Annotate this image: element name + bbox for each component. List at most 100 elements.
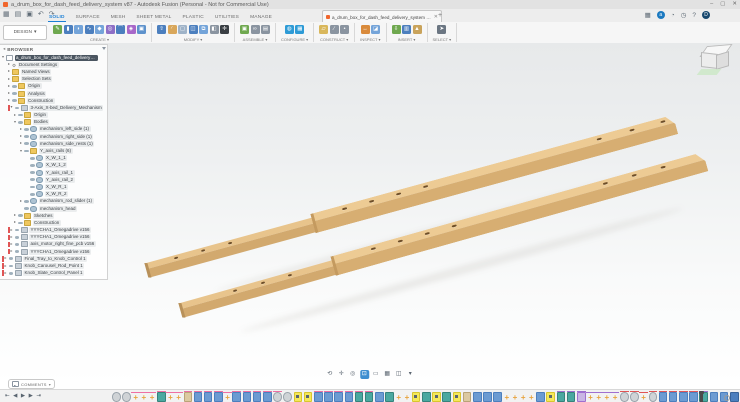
grid-settings-icon[interactable]: ▦ [383,370,392,379]
timeline-feature-revision[interactable] [112,392,121,402]
viewcube-side-face[interactable] [716,51,729,70]
configuration-table-icon[interactable]: ▦ [295,25,304,34]
timeline-feature-construct[interactable]: + [520,394,527,402]
expand-caret-icon[interactable]: ▾ [11,104,15,111]
timeline-feature-highlighted-feature[interactable] [294,392,303,402]
play-button[interactable]: ▶ [21,393,25,400]
timeline-feature-revision[interactable] [122,392,131,402]
timeline-feature-construct[interactable]: + [175,394,182,402]
timeline-feature-sketch[interactable] [194,392,203,402]
tree-item[interactable]: mechanism_head [0,205,107,212]
section-analysis-icon[interactable]: ◪ [371,25,380,34]
tree-item[interactable]: ▸YYYCHA1_Omegadrive v156 [0,234,107,241]
timeline-feature-highlighted-feature[interactable] [546,392,555,402]
timeline-feature-sketch-edit[interactable] [557,392,566,402]
combine-icon[interactable]: ◫ [189,25,198,34]
tree-item[interactable]: ▾Y_axis_rails (6) [0,147,107,154]
timeline-feature-group[interactable] [577,392,586,402]
timeline-feature-revision[interactable] [630,392,639,402]
view-cube[interactable] [698,43,734,83]
visibility-eye-icon[interactable] [15,236,20,239]
avatar-badge[interactable]: a [657,11,665,19]
split-body-icon[interactable]: ◧ [210,25,219,34]
new-component-icon[interactable]: ▣ [240,25,249,34]
timeline-feature-sketch[interactable] [345,392,354,402]
offset-face-icon[interactable]: ⧉ [199,25,208,34]
tree-item[interactable]: ▸Construction [0,219,107,226]
timeline-feature-sketch-blue[interactable] [730,392,739,402]
viewports-icon[interactable]: ◫ [394,370,403,379]
timeline-feature-highlighted-feature[interactable] [453,392,462,402]
maximize-button[interactable]: ▢ [720,1,725,7]
minimize-button[interactable]: – [710,1,713,7]
timeline-feature-sketch-edit[interactable] [157,392,166,402]
orbit-icon[interactable]: ⟲ [325,370,334,379]
tree-item[interactable]: ▸mechanism_left_side (1) [0,126,107,133]
workspace-selector[interactable]: DESIGN ▾ [3,25,47,40]
timeline-feature-sketch[interactable] [679,392,688,402]
timeline-feature-sketch-edit[interactable] [355,392,364,402]
pipe-icon[interactable]: ⌒ [116,25,125,34]
tree-item[interactable]: ▾3-Axis_X-bed_Delivery_Mechanism [0,104,107,111]
timeline-feature-highlighted-feature[interactable] [432,392,441,402]
expand-caret-icon[interactable]: ▸ [11,248,15,255]
filter-icon[interactable] [102,47,106,52]
ribbon-group-label[interactable]: ASSEMBLE ▾ [243,37,268,42]
ribbon-group-label[interactable]: CONSTRUCT ▾ [320,37,348,42]
visibility-eye-icon[interactable] [30,164,35,167]
expand-caret-icon[interactable]: ▸ [5,263,9,270]
comments-bar[interactable]: COMMENTS ▾ [8,379,55,389]
timeline-feature-highlighted-feature[interactable] [412,392,421,402]
visibility-eye-icon[interactable] [15,250,20,253]
tree-item[interactable]: ▸Final_Tray_to_Knob_Control 1 [0,255,107,262]
tree-item[interactable]: ▸Origin [0,112,107,119]
tree-item[interactable]: ▸YYYCHA1_Omegadrive v156 [0,227,107,234]
timeline-feature-construct[interactable]: + [132,394,139,402]
save-icon[interactable]: ▣ [26,10,33,20]
pan-icon[interactable]: ✛ [337,370,346,379]
timeline-feature-sketch[interactable] [243,392,252,402]
fillet-icon[interactable]: ◜ [168,25,177,34]
fit-view-icon[interactable]: ⊡ [360,370,369,379]
timeline-feature-component[interactable] [184,392,193,402]
visibility-eye-icon[interactable] [12,99,17,102]
visibility-eye-icon[interactable] [9,265,14,268]
display-settings-icon[interactable]: ▭ [371,370,380,379]
visibility-eye-icon[interactable] [15,229,20,232]
visibility-eye-icon[interactable] [24,135,29,138]
tree-item[interactable]: ▸Origin [0,83,107,90]
timeline-feature-construct[interactable]: + [640,394,647,402]
timeline-feature-revision[interactable] [273,392,282,402]
tree-item[interactable]: X_W_R_2 [0,191,107,198]
zoom-icon[interactable]: ◎ [348,370,357,379]
tree-item[interactable]: ▸Knob_Slate_Control_Panel 1 [0,270,107,277]
tree-item[interactable]: ▸Named Views [0,68,107,75]
visibility-eye-icon[interactable] [24,200,29,203]
notifications-icon[interactable]: ◷ [681,11,687,20]
timeline-feature-construct[interactable]: + [504,394,511,402]
new-tab-button[interactable]: + [438,12,442,19]
move-copy-icon[interactable]: ✛ [220,25,229,34]
visibility-eye-icon[interactable] [18,222,23,225]
visibility-eye-icon[interactable] [9,272,14,275]
timeline-feature-sketch[interactable] [334,392,343,402]
decal-icon[interactable]: ▥ [402,25,411,34]
visibility-eye-icon[interactable] [18,214,23,217]
loft-icon[interactable]: ◆ [95,25,104,34]
timeline-feature-construct[interactable]: + [528,394,535,402]
offset-plane-icon[interactable]: ▱ [319,25,328,34]
expand-caret-icon[interactable]: ▸ [11,241,15,248]
visibility-eye-icon[interactable] [30,157,35,160]
file-menu-icon[interactable]: ▤ [15,10,22,20]
rigid-group-icon[interactable]: ▤ [261,25,270,34]
measure-icon[interactable]: ↔ [361,25,370,34]
insert-mesh-icon[interactable]: ▲ [413,25,422,34]
visibility-eye-icon[interactable] [30,186,35,189]
tree-item[interactable]: ▾a_drum_box_for_dash_feed_delivery_sy... [0,54,107,61]
coil-icon[interactable]: ◎ [106,25,115,34]
timeline-feature-sketch[interactable] [214,392,223,402]
ribbon-tab-utilities[interactable]: UTILITIES [214,14,240,22]
visibility-eye-icon[interactable] [30,193,35,196]
timeline-feature-construct[interactable]: + [404,394,411,402]
configuration-icon[interactable]: ◍ [285,25,294,34]
